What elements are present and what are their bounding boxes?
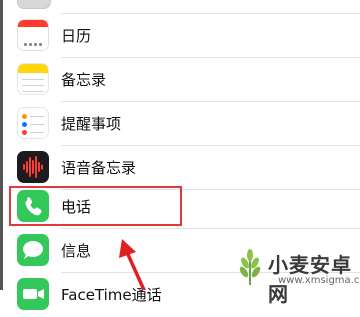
phone-highlight-box [9, 186, 182, 226]
wheat-logo-icon [239, 249, 261, 285]
settings-item-label: 提醒事项 [61, 115, 122, 133]
settings-item-calendar[interactable]: 日历 [3, 14, 360, 58]
voice-memos-icon [17, 151, 49, 183]
settings-item-reminders[interactable]: 提醒事项 [3, 102, 360, 146]
pointer-arrow-icon [119, 239, 146, 290]
reminders-icon [17, 107, 49, 139]
settings-item-label: 日历 [61, 27, 92, 45]
notes-icon [17, 63, 49, 95]
settings-item-voice-memos[interactable]: 语音备忘录 [3, 146, 360, 190]
messages-icon [17, 234, 49, 266]
calendar-icon [17, 19, 49, 51]
settings-item-partial[interactable] [3, 0, 360, 14]
settings-item-label: 信息 [61, 242, 92, 260]
watermark-url: www.xmsigma.com [278, 275, 360, 286]
facetime-icon [17, 278, 49, 310]
generic-app-icon [17, 0, 51, 9]
settings-item-label: 语音备忘录 [61, 159, 137, 177]
watermark: 小麦安卓网 www.xmsigma.com [232, 245, 360, 306]
settings-item-label: 备忘录 [61, 71, 107, 89]
settings-item-notes[interactable]: 备忘录 [3, 58, 360, 102]
